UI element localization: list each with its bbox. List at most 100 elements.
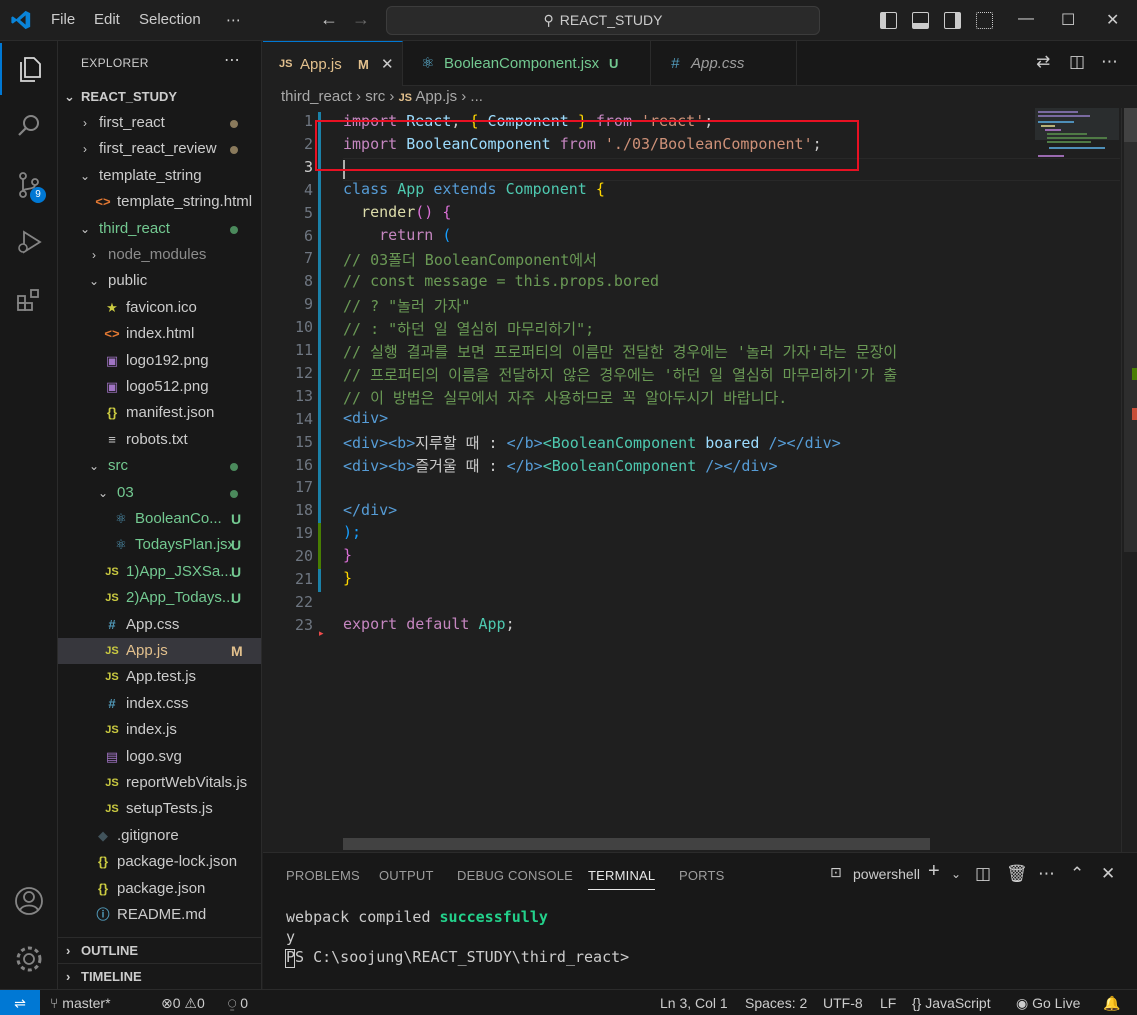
tree-item[interactable]: ⚛ BooleanCo... U	[58, 506, 261, 532]
split-editor-icon[interactable]: ◫	[1069, 52, 1085, 72]
run-debug-activity[interactable]	[0, 216, 58, 268]
breadcrumb-file[interactable]: App.js	[415, 88, 457, 105]
maximize-panel-icon[interactable]: ⌃	[1070, 864, 1084, 884]
tab-boolean-component[interactable]: ⚛ BooleanComponent.jsx U	[403, 41, 651, 86]
tab-app-css[interactable]: # App.css	[651, 41, 797, 86]
tree-item[interactable]: ≡ robots.txt	[58, 427, 261, 453]
trash-icon[interactable]: 🗑	[1006, 864, 1028, 884]
tree-item-label: node_modules	[108, 246, 207, 263]
tree-item[interactable]: ★ favicon.ico	[58, 295, 261, 321]
explorer-more-icon[interactable]: ⋯	[224, 50, 240, 70]
source-control-activity[interactable]: 9	[0, 159, 58, 211]
tree-item[interactable]: {} package-lock.json	[58, 849, 261, 875]
tree-item[interactable]: › node_modules	[58, 242, 261, 268]
command-center-search[interactable]: ⚲ REACT_STUDY	[386, 6, 820, 35]
tree-item[interactable]: {} manifest.json	[58, 400, 261, 426]
tree-item[interactable]: JS index.js	[58, 717, 261, 743]
new-terminal-icon[interactable]: +	[928, 860, 940, 883]
tree-item[interactable]: JS 2)App_Todays... U	[58, 585, 261, 611]
toggle-primary-sidebar-icon[interactable]	[880, 12, 897, 29]
search-activity[interactable]	[0, 99, 58, 151]
menu-more[interactable]: ⋯	[226, 11, 241, 29]
toggle-secondary-sidebar-icon[interactable]	[944, 12, 961, 29]
ports-status[interactable]: ⍜ 0	[228, 990, 248, 1015]
accounts-activity[interactable]	[0, 875, 58, 927]
branch-status[interactable]: ⑂ master*	[50, 990, 111, 1015]
notifications-bell-icon[interactable]: 🔔	[1103, 990, 1120, 1015]
panel-tab-terminal[interactable]: TERMINAL	[588, 868, 656, 890]
panel-tab-problems[interactable]: PROBLEMS	[286, 868, 360, 883]
outline-section[interactable]: › OUTLINE	[58, 937, 261, 963]
menu-file[interactable]: File	[51, 11, 75, 28]
toggle-panel-icon[interactable]	[912, 12, 929, 29]
tree-item[interactable]: JS App.js M	[58, 638, 261, 664]
tree-item[interactable]: ▣ logo192.png	[58, 348, 261, 374]
line-number: 12	[294, 363, 313, 382]
terminal-shell-name[interactable]: powershell	[853, 866, 920, 882]
tree-item[interactable]: JS reportWebVitals.js	[58, 770, 261, 796]
customize-layout-icon[interactable]	[976, 12, 993, 29]
remote-indicator-icon[interactable]: ⇌	[0, 990, 40, 1015]
manage-activity[interactable]	[0, 933, 58, 985]
close-panel-icon[interactable]: ✕	[1101, 864, 1115, 884]
breadcrumb-folder[interactable]: third_react	[281, 88, 352, 105]
cursor-position[interactable]: Ln 3, Col 1	[660, 990, 728, 1015]
problems-status[interactable]: ⊗0 ⚠0	[161, 990, 205, 1015]
tab-app-js[interactable]: JS App.js M ✕	[263, 41, 403, 86]
split-terminal-icon[interactable]: ◫	[975, 864, 991, 884]
vertical-scrollbar[interactable]	[1121, 108, 1137, 852]
panel-tab-debug-console[interactable]: DEBUG CONSOLE	[457, 868, 573, 883]
end-of-line[interactable]: LF	[880, 990, 896, 1015]
menu-edit[interactable]: Edit	[94, 11, 120, 28]
tree-item[interactable]: › first_react_review	[58, 136, 261, 162]
tree-item[interactable]: ◆ .gitignore	[58, 823, 261, 849]
explorer-activity[interactable]	[0, 43, 58, 95]
indentation[interactable]: Spaces: 2	[745, 990, 807, 1015]
minimap[interactable]	[1035, 108, 1125, 228]
tree-item[interactable]: JS setupTests.js	[58, 796, 261, 822]
tree-item[interactable]: {} package.json	[58, 876, 261, 902]
tree-item[interactable]: <> index.html	[58, 321, 261, 347]
close-window-button[interactable]: ✕	[1106, 10, 1119, 30]
chevron-down-icon[interactable]: ⌄	[951, 867, 961, 881]
tree-item[interactable]: ▣ logo512.png	[58, 374, 261, 400]
panel-tab-output[interactable]: OUTPUT	[379, 868, 434, 883]
back-arrow-icon[interactable]: ←	[320, 9, 338, 30]
panel-tab-ports[interactable]: PORTS	[679, 868, 725, 883]
tree-item[interactable]: › first_react	[58, 110, 261, 136]
code-editor[interactable]: 1 2 3 4 5 6 7 8 9 10 11 12 13 14 15 16 17 18 19 20 21 22 23 ▸ …	[263, 108, 1137, 852]
tree-item[interactable]: # index.css	[58, 691, 261, 717]
encoding[interactable]: UTF-8	[823, 990, 863, 1015]
close-icon[interactable]: ✕	[381, 42, 394, 87]
tree-item[interactable]: ⚛ TodaysPlan.jsx U	[58, 532, 261, 558]
tree-item[interactable]: ⌄ public	[58, 268, 261, 294]
tree-item[interactable]: # App.css	[58, 612, 261, 638]
tree-item[interactable]: ⌄ third_react	[58, 216, 261, 242]
more-actions-icon[interactable]: ⋯	[1101, 52, 1118, 72]
workspace-root[interactable]: ⌄ REACT_STUDY	[58, 84, 261, 110]
more-actions-icon[interactable]: ⋯	[1038, 864, 1055, 884]
terminal-line-3[interactable]: PS C:\soojung\REACT_STUDY\third_react>	[286, 948, 629, 966]
maximize-button[interactable]: ☐	[1061, 10, 1075, 30]
breadcrumb-symbol[interactable]: ...	[470, 88, 483, 105]
extensions-activity[interactable]	[0, 274, 58, 326]
language-mode[interactable]: {} JavaScript	[912, 990, 991, 1015]
tree-item[interactable]: ⌄ 03	[58, 480, 261, 506]
line-number: 20	[294, 547, 313, 566]
open-changes-icon[interactable]: ⇄	[1036, 52, 1050, 72]
forward-arrow-icon[interactable]: →	[352, 9, 370, 30]
tree-item[interactable]: JS App.test.js	[58, 664, 261, 690]
timeline-section[interactable]: › TIMELINE	[58, 963, 261, 989]
menu-selection[interactable]: Selection	[139, 11, 201, 28]
tree-item[interactable]: ⌄ template_string	[58, 163, 261, 189]
go-live-button[interactable]: ◉ Go Live	[1016, 990, 1080, 1015]
tree-item[interactable]: JS 1)App_JSXSa... U	[58, 559, 261, 585]
tree-item[interactable]: <> template_string.html	[58, 189, 261, 215]
tree-item[interactable]: ⌄ src	[58, 453, 261, 479]
minimize-button[interactable]: —	[1018, 10, 1034, 28]
extensions-icon	[17, 289, 39, 311]
breadcrumb-folder[interactable]: src	[365, 88, 385, 105]
horizontal-scrollbar[interactable]	[343, 838, 930, 850]
tree-item[interactable]: ⓘ README.md	[58, 902, 261, 928]
tree-item[interactable]: ▤ logo.svg	[58, 744, 261, 770]
